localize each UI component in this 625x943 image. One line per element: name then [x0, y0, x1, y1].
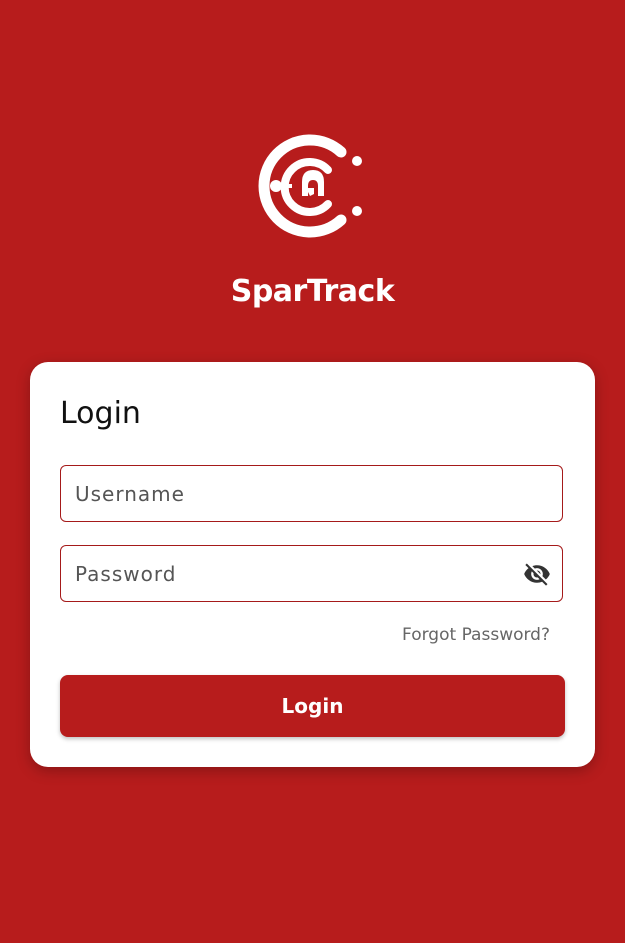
eye-off-icon: [524, 563, 550, 586]
username-field[interactable]: [60, 465, 563, 522]
password-input[interactable]: [75, 546, 515, 601]
app-name: SparTrack: [230, 274, 395, 309]
password-visibility-toggle[interactable]: [522, 559, 552, 589]
forgot-password-link[interactable]: Forgot Password?: [402, 624, 550, 646]
login-title: Login: [60, 396, 141, 431]
login-button[interactable]: Login: [60, 675, 565, 737]
spartrack-logo-icon: [258, 134, 362, 238]
app-logo: [0, 130, 625, 245]
login-card: Login Forgot Password? Login: [30, 362, 595, 767]
username-input[interactable]: [75, 466, 515, 521]
password-field[interactable]: [60, 545, 563, 602]
